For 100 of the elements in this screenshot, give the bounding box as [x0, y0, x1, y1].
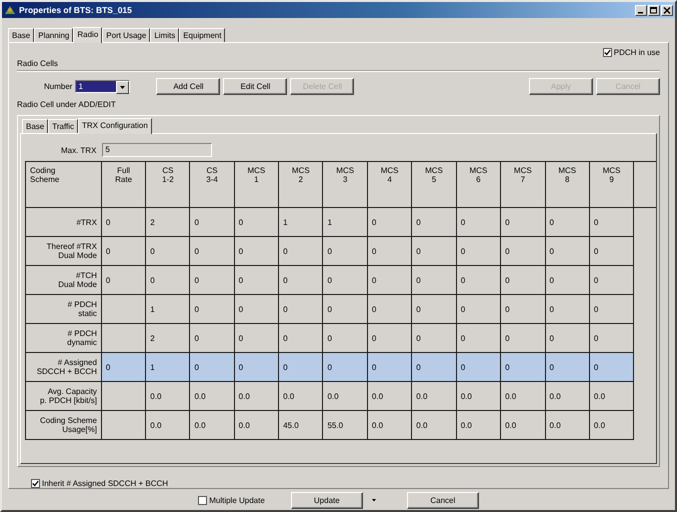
table-row[interactable]: Coding Scheme Usage[%] 0.0 0.0 0.0 45.0 55.0 0.0 0.0 0.0 0.0 0.0 0.0	[26, 410, 656, 440]
table-cell: 0.0	[367, 410, 412, 440]
table-cell: 0	[322, 294, 368, 324]
row-header: Avg. Capacity p. PDCH [kbit/s]	[26, 382, 102, 411]
column-header: MCS 4	[367, 162, 412, 208]
table-cell: 0.0	[234, 410, 279, 440]
table-cell: 0	[500, 294, 546, 324]
table-cell: 0	[101, 236, 146, 266]
table-cell: 0.0	[500, 382, 546, 411]
action-button[interactable]: Edit Cell	[223, 78, 288, 96]
maximize-icon[interactable]	[648, 4, 660, 16]
table-cell: 0	[146, 266, 190, 295]
table-cell: 1	[146, 294, 190, 324]
table-cell: 0.0	[456, 382, 501, 411]
tab[interactable]: Planning	[34, 28, 74, 42]
checkbox-label: Inherit # Assigned SDCCH + BCCH	[42, 479, 168, 488]
action-button[interactable]: Add Cell	[156, 78, 220, 96]
table-row[interactable]: #TRX 0 2 0 0 1 1 0 0 0 0 0 0	[26, 208, 656, 237]
table-cell: 0.0	[545, 410, 590, 440]
table-cell: 0	[500, 266, 546, 295]
row-header: #TCH Dual Mode	[26, 266, 102, 295]
table-cell: 0	[545, 236, 590, 266]
dropdown-icon[interactable]	[370, 497, 377, 503]
window-title: Properties of BTS: BTS_015	[19, 5, 133, 15]
column-header: MCS 8	[545, 162, 590, 208]
tab[interactable]: Port Usage	[102, 28, 150, 42]
row-header: Coding Scheme Usage[%]	[26, 410, 102, 440]
row-header: # PDCH static	[26, 294, 102, 324]
table-cell: 0	[456, 208, 501, 237]
table-cell: 0	[500, 208, 546, 237]
table-cell: 0	[589, 352, 634, 382]
table-cell: 0.0	[190, 382, 234, 411]
app-icon	[4, 4, 16, 16]
max-trx-field[interactable]: 5	[102, 143, 212, 158]
column-header: Full Rate	[101, 162, 146, 208]
table-row[interactable]: Thereof #TRX Dual Mode 0 0 0 0 0 0 0 0 0 0 0 0	[26, 236, 656, 266]
field-label: Number	[44, 82, 72, 92]
table-cell: 0	[367, 352, 412, 382]
group-title: Radio Cells	[17, 58, 59, 68]
table-row[interactable]: # Assigned SDCCH + BCCH 0 1 0 0 0 0 0 0 0 0 0 0	[26, 352, 656, 382]
table-cell: 0.0	[412, 410, 456, 440]
table-cell: 0	[545, 294, 590, 324]
cancel-button[interactable]: Cancel	[406, 492, 479, 508]
number-dropdown[interactable]: 1	[75, 80, 130, 94]
table-row[interactable]: #TCH Dual Mode 0 0 0 0 0 0 0 0 0 0 0 0	[26, 266, 656, 295]
tab[interactable]: Base	[8, 28, 34, 42]
table-row[interactable]: # PDCH static 1 0 0 0 0 0 0 0 0 0 0	[26, 294, 656, 324]
table-cell: 0	[278, 236, 323, 266]
column-header: Coding Scheme	[26, 162, 102, 208]
table-cell: 45.0	[278, 410, 323, 440]
table-cell: 0	[322, 236, 368, 266]
column-header: MCS 2	[278, 162, 323, 208]
checkbox[interactable]	[602, 48, 612, 58]
table-cell: 0.0	[190, 410, 234, 440]
close-icon[interactable]	[661, 4, 673, 16]
table-cell: 0.0	[322, 382, 368, 411]
table-cell: 0	[367, 294, 412, 324]
column-header: CS 1-2	[146, 162, 190, 208]
checkbox[interactable]	[31, 479, 40, 488]
column-header: MCS 9	[589, 162, 634, 208]
column-header: MCS 6	[456, 162, 501, 208]
update-button[interactable]: Update	[290, 492, 363, 508]
table-cell: 0.0	[589, 382, 634, 411]
table-cell: 0	[456, 352, 501, 382]
tab[interactable]: Radio	[73, 27, 102, 43]
table-cell: 0	[234, 294, 279, 324]
table-cell: 0	[412, 352, 456, 382]
checkbox-label: PDCH in use	[614, 48, 660, 58]
table-cell: 0	[146, 236, 190, 266]
tab[interactable]: Equipment	[179, 28, 226, 42]
checkbox[interactable]	[198, 496, 208, 504]
table-cell: 0	[456, 236, 501, 266]
row-header: # Assigned SDCCH + BCCH	[26, 352, 102, 382]
tab[interactable]: Base	[22, 119, 48, 134]
table-cell: 0.0	[545, 382, 590, 411]
table-cell: 0	[589, 266, 634, 295]
field-label: Max. TRX	[61, 146, 96, 155]
table-cell: 0	[322, 266, 368, 295]
table-cell: 0	[234, 266, 279, 295]
table-cell: 0	[456, 266, 501, 295]
table-cell: 0	[190, 236, 234, 266]
table-cell: 0.0	[234, 382, 279, 411]
tab[interactable]: Traffic	[48, 119, 78, 134]
table-cell: 0.0	[412, 382, 456, 411]
table-cell: 0	[545, 352, 590, 382]
minimize-icon[interactable]	[635, 4, 647, 16]
table-cell: 0	[367, 208, 412, 237]
table-cell: 0	[278, 352, 323, 382]
table-cell: 0	[412, 236, 456, 266]
tab[interactable]: TRX Configuration	[78, 118, 152, 134]
table-cell: 0	[589, 294, 634, 324]
tab[interactable]: Limits	[150, 28, 180, 42]
table-cell: 0	[367, 266, 412, 295]
table-cell: 0	[101, 352, 146, 382]
table-cell: 0	[322, 352, 368, 382]
table-cell: 0	[190, 352, 234, 382]
table-cell: 0	[190, 208, 234, 237]
table-cell: 0	[412, 294, 456, 324]
table-row[interactable]: Avg. Capacity p. PDCH [kbit/s] 0.0 0.0 0.0 0.0 0.0 0.0 0.0 0.0 0.0 0.0 0.0	[26, 382, 656, 411]
table-cell: 0	[545, 266, 590, 295]
